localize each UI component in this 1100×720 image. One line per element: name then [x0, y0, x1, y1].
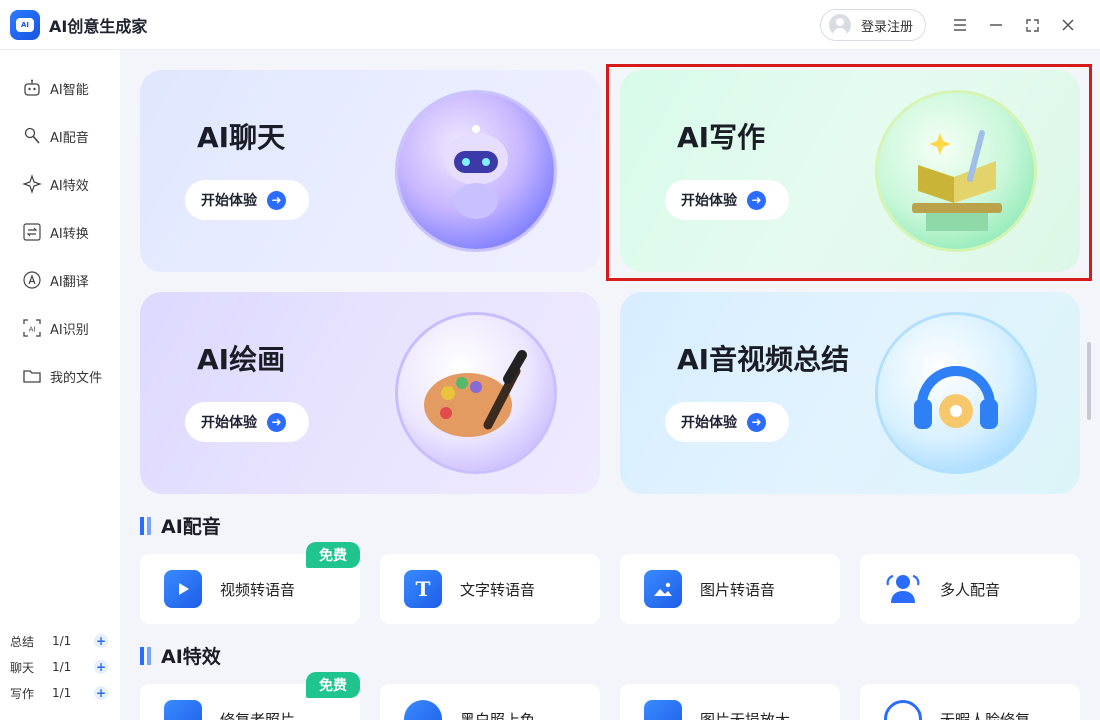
section-header-dubbing: AI配音 [140, 512, 221, 539]
sidebar-item-label: 我的文件 [50, 370, 103, 386]
text-icon: T [404, 570, 442, 608]
title-bar: AI AI创意生成家 登录注册 [0, 0, 1100, 50]
usage-counts: 总结 1/1 + 聊天 1/1 + 写作 1/1 + [10, 628, 114, 706]
tile-label: 修复老照片 [220, 710, 296, 720]
menu-icon[interactable] [942, 7, 978, 43]
app-logo-text: AI [16, 17, 34, 32]
convert-icon [22, 222, 42, 242]
app-title: AI创意生成家 [49, 16, 148, 36]
sidebar-item-ai-convert[interactable]: AI转换 [0, 208, 120, 256]
sidebar-item-label: AI配音 [50, 130, 89, 146]
sidebar-item-ai-recognize[interactable]: AI AI识别 [0, 304, 120, 352]
tile-label: 黑白照上色 [460, 710, 536, 720]
sidebar-item-my-files[interactable]: 我的文件 [0, 352, 120, 400]
start-button-label: 开始体验 [681, 415, 737, 431]
count-label: 总结 [10, 634, 35, 649]
count-row-chat: 聊天 1/1 + [10, 654, 114, 680]
upscale-icon [644, 700, 682, 720]
sidebar-item-ai-smart[interactable]: AI智能 [0, 64, 120, 112]
tile-label: 图片无损放大 [700, 710, 791, 720]
start-button-label: 开始体验 [201, 415, 257, 431]
robot-icon [22, 78, 42, 98]
card-title: AI聊天 [197, 121, 286, 154]
sidebar: AI智能 AI配音 AI特效 AI转换 AI翻译 AI AI识别 我的文件 总结 [0, 50, 120, 720]
section-header-effects: AI特效 [140, 642, 221, 669]
maximize-icon[interactable] [1014, 7, 1050, 43]
start-button[interactable]: 开始体验 ➜ [185, 402, 309, 442]
colorize-icon [404, 700, 442, 720]
tile-text-to-speech[interactable]: T 文字转语音 [380, 554, 600, 624]
restore-icon [164, 700, 202, 720]
arrow-right-icon: ➜ [747, 412, 766, 432]
count-value: 1/1 [52, 660, 72, 674]
scrollbar[interactable] [1087, 342, 1091, 420]
start-button[interactable]: 开始体验 ➜ [665, 402, 789, 442]
add-icon[interactable]: + [94, 634, 108, 648]
tile-face-restore[interactable]: 无暇人脸修复 [860, 684, 1080, 720]
main-content: AI聊天 开始体验 ➜ AI写作 开始体验 ➜ AI绘画 开始体验 ➜ AI音视… [120, 50, 1100, 720]
free-badge: 免费 [306, 542, 360, 568]
section-title: AI特效 [161, 646, 221, 668]
scan-icon: AI [22, 318, 42, 338]
login-button[interactable]: 登录注册 [819, 9, 926, 41]
arrow-right-icon: ➜ [267, 412, 286, 432]
sidebar-item-label: AI智能 [50, 82, 89, 98]
sidebar-item-label: AI转换 [50, 226, 89, 242]
count-value: 1/1 [52, 686, 72, 700]
close-icon[interactable] [1050, 7, 1086, 43]
selection-highlight [606, 64, 1092, 281]
sidebar-item-ai-translate[interactable]: AI翻译 [0, 256, 120, 304]
sidebar-item-label: AI翻译 [50, 274, 89, 290]
card-title: AI绘画 [197, 343, 286, 376]
tile-multi-voice[interactable]: 多人配音 [860, 554, 1080, 624]
tile-label: 视频转语音 [220, 580, 296, 599]
sidebar-item-ai-effects[interactable]: AI特效 [0, 160, 120, 208]
tile-colorize[interactable]: 黑白照上色 [380, 684, 600, 720]
count-row-write: 写作 1/1 + [10, 680, 114, 706]
start-button-label: 开始体验 [201, 193, 257, 209]
card-ai-chat[interactable]: AI聊天 开始体验 ➜ [140, 70, 600, 272]
card-title: AI音视频总结 [677, 343, 850, 376]
tile-label: 图片转语音 [700, 580, 776, 599]
sidebar-item-label: AI识别 [50, 322, 89, 338]
section-title: AI配音 [161, 516, 221, 538]
tile-label: 无暇人脸修复 [940, 710, 1031, 720]
login-label: 登录注册 [860, 19, 913, 35]
count-label: 写作 [10, 686, 35, 701]
add-icon[interactable]: + [94, 686, 108, 700]
arrow-right-icon: ➜ [267, 190, 286, 210]
avatar-icon [828, 14, 851, 36]
face-icon [884, 700, 922, 720]
start-button[interactable]: 开始体验 ➜ [185, 180, 309, 220]
minimize-icon[interactable] [978, 7, 1014, 43]
palette-illustration [398, 315, 554, 471]
video-icon [164, 570, 202, 608]
folder-icon [22, 366, 42, 386]
tile-label: 文字转语音 [460, 580, 536, 599]
app-logo: AI [10, 9, 40, 40]
count-value: 1/1 [52, 634, 72, 648]
tile-label: 多人配音 [940, 580, 1001, 599]
sidebar-item-label: AI特效 [50, 178, 89, 194]
card-ai-draw[interactable]: AI绘画 开始体验 ➜ [140, 292, 600, 494]
sparkle-icon [22, 174, 42, 194]
translate-icon [22, 270, 42, 290]
headphones-illustration [878, 315, 1034, 471]
tile-upscale[interactable]: 图片无损放大 [620, 684, 840, 720]
card-ai-summary[interactable]: AI音视频总结 开始体验 ➜ [620, 292, 1080, 494]
microphone-icon [22, 126, 42, 146]
image-icon [644, 570, 682, 608]
free-badge: 免费 [306, 672, 360, 698]
add-icon[interactable]: + [94, 660, 108, 674]
tile-image-to-speech[interactable]: 图片转语音 [620, 554, 840, 624]
people-icon [884, 570, 922, 608]
robot-illustration [398, 93, 554, 249]
svg-text:AI: AI [29, 326, 36, 334]
sidebar-item-ai-dubbing[interactable]: AI配音 [0, 112, 120, 160]
count-label: 聊天 [10, 660, 35, 675]
count-row-summary: 总结 1/1 + [10, 628, 114, 654]
